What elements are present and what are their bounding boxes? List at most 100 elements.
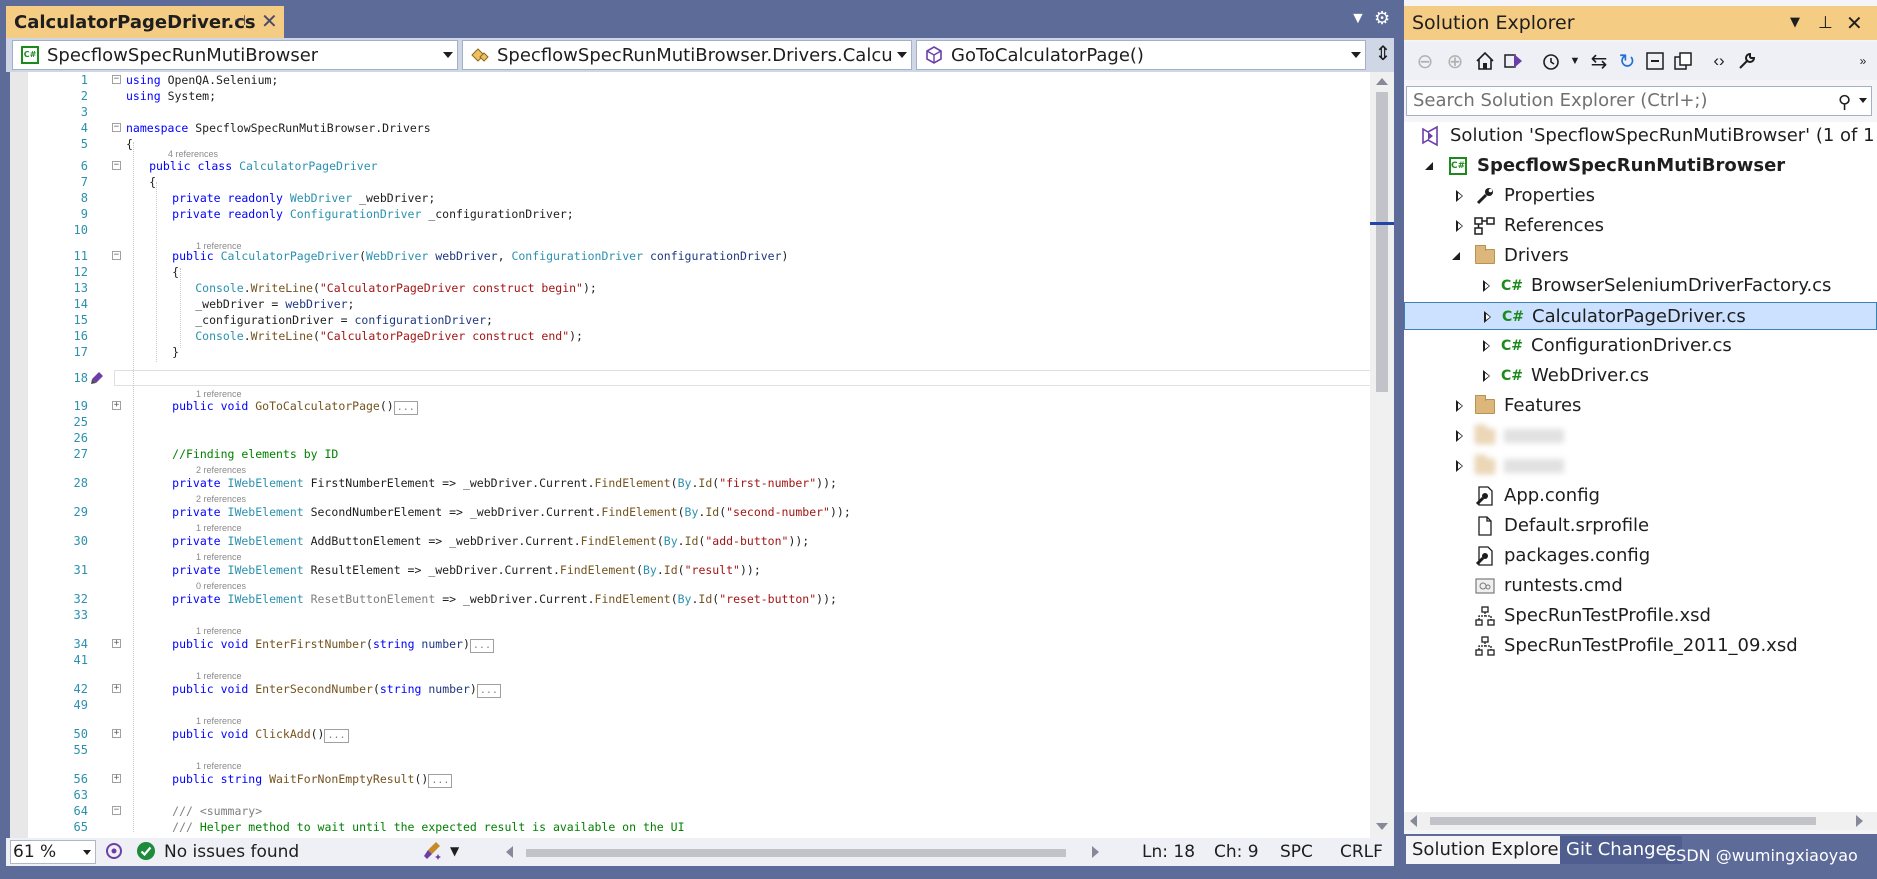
code-line[interactable]: 13 Console.WriteLine("CalculatorPageDrive… (28, 280, 1370, 296)
tree-node[interactable]: runtests.cmd (1404, 572, 1877, 600)
tree-node[interactable]: SpecRunTestProfile_2011_09.xsd (1404, 632, 1877, 660)
collapsed-region-marker[interactable]: ... (324, 729, 349, 743)
code-line[interactable]: 28 private IWebElement FirstNumberElement… (28, 475, 1370, 491)
code-line[interactable]: 18 (28, 370, 1370, 386)
code-line[interactable]: 33 (28, 607, 1370, 623)
column-indicator[interactable]: Ch: 9 (1214, 842, 1259, 862)
code-line[interactable]: 25 (28, 414, 1370, 430)
scroll-left-icon[interactable] (1410, 815, 1417, 827)
tab-git-changes[interactable]: Git Changes (1560, 836, 1683, 864)
scroll-down-icon[interactable] (1376, 823, 1388, 830)
collapsed-region-marker[interactable]: ... (469, 639, 494, 653)
chevron-down-icon[interactable] (1859, 98, 1867, 103)
chevron-down-icon[interactable]: ▼ (450, 844, 459, 858)
scrollbar-thumb[interactable] (526, 849, 1066, 857)
tree-node[interactable]: App.config (1404, 482, 1877, 510)
codelens-references[interactable]: 1 reference (196, 388, 242, 400)
code-line[interactable]: 42 + public void EnterSecondNumber(string … (28, 681, 1370, 698)
tree-node[interactable]: C# WebDriver.cs (1404, 362, 1877, 390)
issues-status[interactable]: No issues found (164, 842, 299, 862)
collapsed-triangle-icon[interactable] (1456, 460, 1463, 472)
code-cleanup-brush-icon[interactable] (422, 840, 444, 867)
scroll-right-icon[interactable] (1092, 846, 1099, 858)
search-icon[interactable]: ⚲ (1838, 89, 1851, 117)
collapsed-triangle-icon[interactable] (1483, 280, 1490, 292)
code-line[interactable]: 41 (28, 652, 1370, 668)
expand-region-icon[interactable]: + (112, 729, 121, 738)
collapsed-triangle-icon[interactable] (1456, 400, 1463, 412)
back-arrow-icon[interactable]: ⊖ (1412, 48, 1438, 74)
collapse-all-icon[interactable] (1642, 48, 1668, 74)
code-line[interactable]: 49 (28, 697, 1370, 713)
codelens-references[interactable]: 1 reference (196, 240, 242, 252)
collapse-region-icon[interactable]: − (112, 123, 121, 132)
code-line[interactable]: 50 + public void ClickAdd()... (28, 726, 1370, 743)
collapse-region-icon[interactable]: − (112, 75, 121, 84)
collapsed-triangle-icon[interactable] (1456, 220, 1463, 232)
expanded-triangle-icon[interactable] (1425, 162, 1433, 170)
code-line[interactable]: 32 private IWebElement ResetButtonElement… (28, 591, 1370, 607)
expand-region-icon[interactable]: + (112, 684, 121, 693)
tree-node[interactable]: Features (1404, 392, 1877, 420)
code-line[interactable]: 9 private readonly ConfigurationDriver _c… (28, 206, 1370, 222)
codelens-references[interactable]: 1 reference (196, 551, 242, 563)
code-line[interactable]: 8 private readonly WebDriver _webDriver; (28, 190, 1370, 206)
code-line[interactable]: 1 − using OpenQA.Selenium; (28, 72, 1370, 88)
zoom-dropdown[interactable]: 61 % (10, 840, 96, 864)
collapsed-triangle-icon[interactable] (1484, 311, 1491, 323)
sync-with-active-document-icon[interactable]: ⇆ (1586, 48, 1612, 74)
codelens-references[interactable]: 4 references (168, 148, 218, 160)
code-line[interactable]: 55 (28, 742, 1370, 758)
code-line[interactable]: 34 + public void EnterFirstNumber(string n… (28, 636, 1370, 653)
tree-node[interactable]: C# CalculatorPageDriver.cs (1404, 302, 1877, 330)
window-position-chevron-icon[interactable]: ▼ (1790, 6, 1800, 40)
type-dropdown[interactable]: SpecflowSpecRunMutiBrowser.Drivers.Calcu… (462, 40, 912, 70)
tab-solution-explorer[interactable]: Solution Explorer (1406, 836, 1572, 864)
code-line[interactable]: 26 (28, 430, 1370, 446)
forward-arrow-icon[interactable]: ⊕ (1442, 48, 1468, 74)
show-all-files-icon[interactable] (1670, 48, 1696, 74)
code-line[interactable]: 63 (28, 787, 1370, 803)
properties-wrench-icon[interactable] (1734, 48, 1760, 74)
tree-node[interactable]: Solution 'SpecflowSpecRunMutiBrowser' (1… (1404, 122, 1877, 150)
scroll-left-icon[interactable] (506, 846, 513, 858)
code-line[interactable]: 17} (28, 344, 1370, 360)
member-dropdown[interactable]: GoToCalculatorPage() (916, 40, 1366, 70)
switch-views-icon[interactable] (1500, 48, 1526, 74)
collapsed-region-marker[interactable]: ... (428, 774, 453, 788)
codelens-references[interactable]: 1 reference (196, 715, 242, 727)
code-line[interactable]: 4 − namespace SpecflowSpecRunMutiBrowser.D… (28, 120, 1370, 136)
code-line[interactable]: 16 Console.WriteLine("CalculatorPageDrive… (28, 328, 1370, 344)
refresh-icon[interactable]: ↻ (1614, 48, 1640, 74)
codelens-references[interactable]: 1 reference (196, 760, 242, 772)
collapsed-triangle-icon[interactable] (1483, 340, 1490, 352)
pin-icon[interactable]: ⊣ (234, 12, 246, 29)
code-line[interactable]: 64 − /// <summary> (28, 803, 1370, 819)
pending-changes-filter-icon[interactable] (1538, 48, 1564, 74)
tree-node[interactable]: Drivers (1404, 242, 1877, 270)
code-editor[interactable]: 1− using OpenQA.Selenium; 2 using System; 3 4… (10, 72, 1394, 838)
scroll-right-icon[interactable] (1856, 815, 1863, 827)
code-line[interactable]: 3 (28, 104, 1370, 120)
codelens-references[interactable]: 1 reference (196, 670, 242, 682)
quick-actions-brush-icon[interactable] (90, 371, 104, 389)
document-tab-active[interactable]: CalculatorPageDriver.cs ⊣ ✕ (6, 6, 284, 38)
code-line[interactable]: 29 private IWebElement SecondNumberElemen… (28, 504, 1370, 520)
codelens-references[interactable]: 0 references (196, 580, 246, 592)
codelens-references[interactable]: 1 reference (196, 522, 242, 534)
toolbar-overflow-icon[interactable]: » (1850, 48, 1876, 74)
codelens-references[interactable]: 1 reference (196, 625, 242, 637)
collapsed-triangle-icon[interactable] (1456, 190, 1463, 202)
close-icon[interactable]: ✕ (261, 9, 278, 34)
tree-node[interactable] (1404, 422, 1877, 450)
solution-tree[interactable]: Solution 'SpecflowSpecRunMutiBrowser' (1… (1404, 122, 1877, 812)
code-line[interactable]: 15 _configurationDriver = configurationDr… (28, 312, 1370, 328)
code-line[interactable]: 2 using System; (28, 88, 1370, 104)
collapsed-region-marker[interactable]: ... (393, 401, 418, 415)
close-icon[interactable]: ✕ (1846, 6, 1863, 40)
tree-node[interactable]: C# ConfigurationDriver.cs (1404, 332, 1877, 360)
codelens-references[interactable]: 2 references (196, 464, 246, 476)
tree-node[interactable]: C# SpecflowSpecRunMutiBrowser (1404, 152, 1877, 180)
vertical-scrollbar[interactable] (1370, 72, 1394, 838)
code-line[interactable]: 6 − public class CalculatorPageDriver (28, 158, 1370, 174)
